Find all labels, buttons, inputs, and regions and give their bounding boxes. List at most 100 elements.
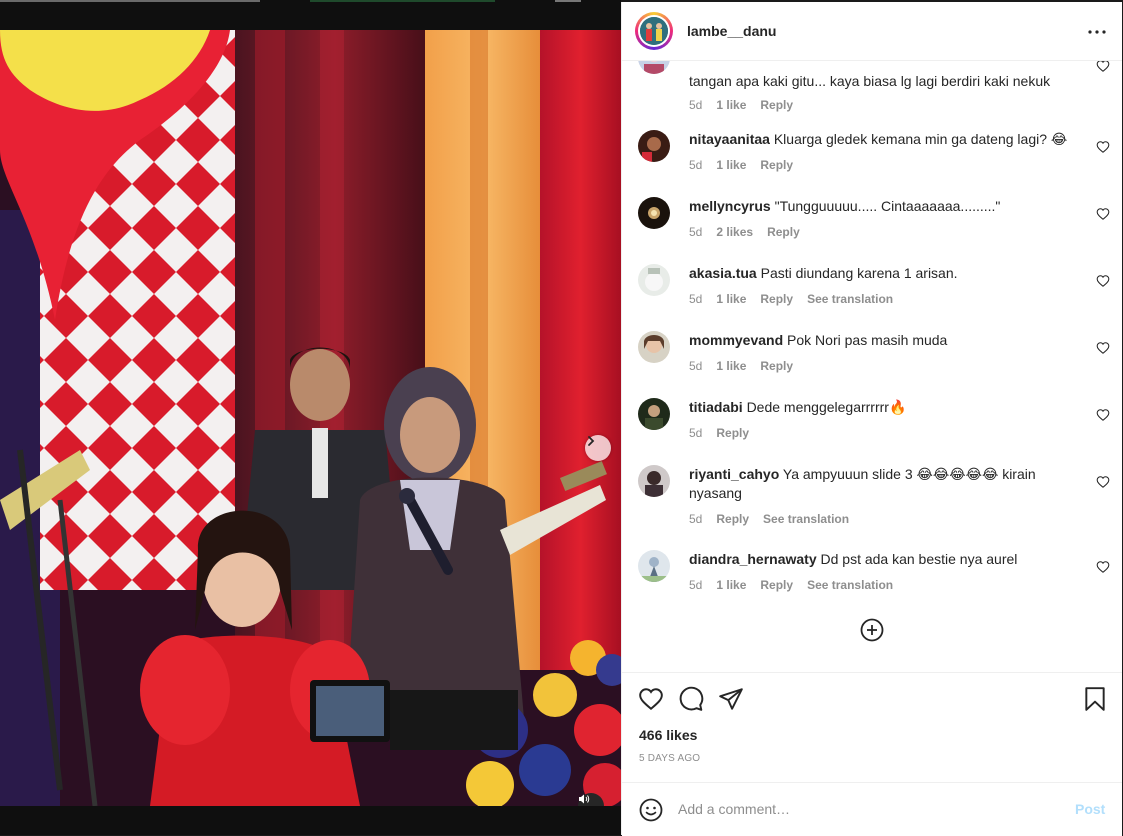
bookmark-icon[interactable] <box>1082 686 1108 712</box>
heart-icon[interactable] <box>638 686 664 712</box>
heart-icon[interactable] <box>1096 140 1110 154</box>
comment-time: 5d <box>689 225 703 239</box>
reply-button[interactable]: Reply <box>716 512 749 526</box>
reply-button[interactable]: Reply <box>760 98 793 112</box>
commenter-avatar[interactable] <box>638 465 670 497</box>
comment-username[interactable]: riyanti_cahyo <box>689 466 779 482</box>
comment-time: 5d <box>689 578 703 592</box>
commenter-avatar[interactable] <box>638 60 670 74</box>
commenter-avatar-image <box>638 130 670 162</box>
post-header: lambe__danu <box>622 2 1122 61</box>
comment-time: 5d <box>689 158 703 172</box>
comment-text: "Tungguuuuu..... Cintaaaaaaa........." <box>774 198 1001 214</box>
likes-count[interactable]: 466 likes <box>639 727 697 743</box>
heart-icon[interactable] <box>1096 341 1110 355</box>
comment-likes[interactable]: 1 like <box>716 158 746 172</box>
top-strip <box>0 0 621 30</box>
heart-icon[interactable] <box>1096 475 1110 489</box>
see-translation-button[interactable]: See translation <box>807 292 893 306</box>
comment-composer: Post <box>622 782 1122 836</box>
comment-time: 5d <box>689 98 703 112</box>
heart-icon[interactable] <box>1096 274 1110 288</box>
comments-list[interactable]: tangan apa kaki gitu... kaya biasa lg la… <box>622 60 1122 672</box>
more-options-button[interactable] <box>1084 22 1110 42</box>
commenter-avatar[interactable] <box>638 197 670 229</box>
reply-button[interactable]: Reply <box>716 426 749 440</box>
comment-likes[interactable]: 1 like <box>716 578 746 592</box>
heart-icon[interactable] <box>1096 207 1110 221</box>
comment-time: 5d <box>689 292 703 306</box>
reply-button[interactable]: Reply <box>760 578 793 592</box>
comment-username[interactable]: akasia.tua <box>689 265 757 281</box>
top-strip-bar <box>0 0 260 2</box>
comment-text-block: tangan apa kaki gitu... kaya biasa lg la… <box>689 72 1074 91</box>
post-video-frame <box>0 30 621 806</box>
commenter-avatar[interactable] <box>638 398 670 430</box>
comment-text: Pok Nori pas masih muda <box>787 332 948 348</box>
see-translation-button[interactable]: See translation <box>807 578 893 592</box>
commenter-avatar[interactable] <box>638 550 670 582</box>
comment-time: 5d <box>689 512 703 526</box>
commenter-avatar[interactable] <box>638 130 670 162</box>
comment-text: tangan apa kaki gitu... kaya biasa lg la… <box>689 73 1051 89</box>
reply-button[interactable]: Reply <box>760 359 793 373</box>
post-comment-button[interactable]: Post <box>1075 801 1105 817</box>
post-media[interactable] <box>0 30 621 806</box>
next-slide-button[interactable] <box>585 435 611 461</box>
comment-meta: 5d 1 like Reply See translation <box>689 578 907 592</box>
comment-likes[interactable]: 1 like <box>716 292 746 306</box>
comment-time: 5d <box>689 426 703 440</box>
commenter-avatar-image <box>638 197 670 229</box>
comment-text-block: mommyevand Pok Nori pas masih muda <box>689 331 1074 350</box>
comment-text: Kluarga gledek kemana min ga dateng lagi… <box>773 131 1068 147</box>
speaker-icon <box>579 794 590 804</box>
comment-text-block: nitayaanitaa Kluarga gledek kemana min g… <box>689 130 1074 149</box>
add-comment-input[interactable] <box>678 797 1058 821</box>
heart-icon[interactable] <box>1096 560 1110 574</box>
comment-username[interactable]: diandra_hernawaty <box>689 551 817 567</box>
commenter-avatar-image <box>638 398 670 430</box>
comment-username[interactable]: titiadabi <box>689 399 743 415</box>
comment-time: 5d <box>689 359 703 373</box>
post-actions: 466 likes 5 DAYS AGO <box>622 672 1122 783</box>
commenter-avatar-image <box>638 465 670 497</box>
comment-meta: 5d Reply See translation <box>689 512 863 526</box>
bottom-strip <box>0 806 621 835</box>
plus-circle-icon[interactable] <box>860 618 884 642</box>
reply-button[interactable]: Reply <box>767 225 800 239</box>
comment-likes[interactable]: 1 like <box>716 98 746 112</box>
comment-likes[interactable]: 1 like <box>716 359 746 373</box>
comment-meta: 5d 1 like Reply <box>689 98 807 112</box>
commenter-avatar[interactable] <box>638 264 670 296</box>
commenter-avatar[interactable] <box>638 331 670 363</box>
more-options-icon <box>1088 30 1106 34</box>
comment-text-block: akasia.tua Pasti diundang karena 1 arisa… <box>689 264 1074 283</box>
emoji-icon[interactable] <box>639 798 663 822</box>
author-username[interactable]: lambe__danu <box>687 23 776 39</box>
comment-username[interactable]: nitayaanitaa <box>689 131 770 147</box>
comment-text-block: titiadabi Dede menggelegarrrrrr🔥 <box>689 398 1074 417</box>
comment-text: Pasti diundang karena 1 arisan. <box>760 265 958 281</box>
heart-icon[interactable] <box>1096 60 1110 73</box>
comment-meta: 5d 1 like Reply <box>689 359 807 373</box>
comment-text-block: riyanti_cahyo Ya ampyuuun slide 3 😂😂😂😂😂 … <box>689 465 1074 503</box>
comment-meta: 5d 1 like Reply See translation <box>689 292 907 306</box>
comment-username[interactable]: mommyevand <box>689 332 783 348</box>
commenter-avatar-image <box>638 331 670 363</box>
paper-plane-icon[interactable] <box>718 686 744 712</box>
comment-username[interactable]: mellyncyrus <box>689 198 771 214</box>
comment-likes[interactable]: 2 likes <box>716 225 753 239</box>
comment-text-block: mellyncyrus "Tungguuuuu..... Cintaaaaaaa… <box>689 197 1074 216</box>
comment-text: Dede menggelegarrrrrr🔥 <box>746 399 907 415</box>
comment-text-block: diandra_hernawaty Dd pst ada kan bestie … <box>689 550 1074 569</box>
reply-button[interactable]: Reply <box>760 292 793 306</box>
reply-button[interactable]: Reply <box>760 158 793 172</box>
top-strip-bar <box>555 0 581 2</box>
comment-meta: 5d 1 like Reply <box>689 158 807 172</box>
comment-text: Dd pst ada kan bestie nya aurel <box>820 551 1018 567</box>
see-translation-button[interactable]: See translation <box>763 512 849 526</box>
author-avatar[interactable] <box>635 12 673 50</box>
post-sidebar: lambe__danu tangan apa kaki gitu... kaya… <box>621 2 1122 836</box>
comment-icon[interactable] <box>678 686 704 712</box>
heart-icon[interactable] <box>1096 408 1110 422</box>
